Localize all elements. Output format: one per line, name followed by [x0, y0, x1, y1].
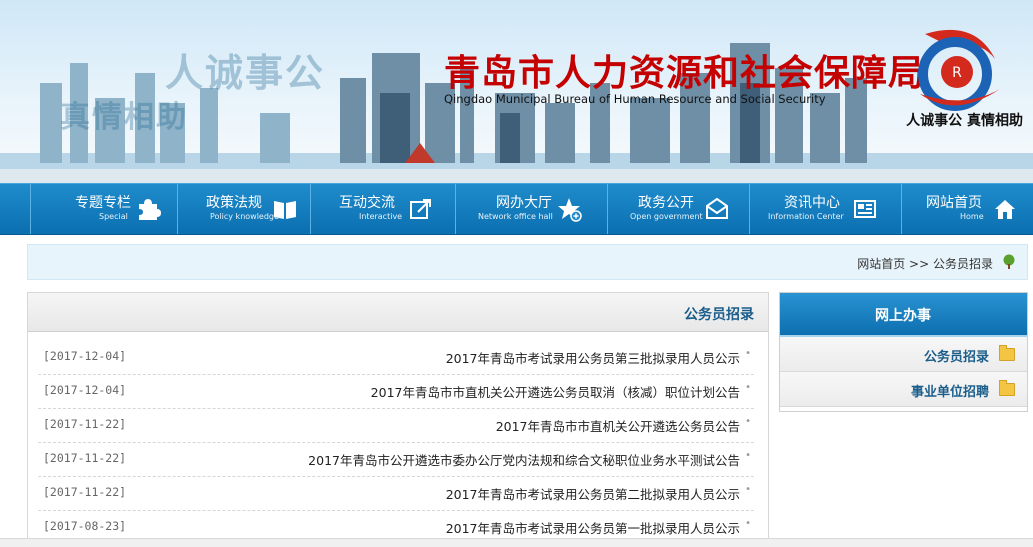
panel-title: 公务员招录: [684, 307, 754, 323]
article-list-panel: 公务员招录 [2017-12-04] 2017年青岛市考试录用公务员第三批拟录用…: [27, 292, 769, 546]
list-item-title[interactable]: 2017年青岛市考试录用公务员第一批拟录用人员公示: [446, 518, 740, 537]
nav-interactive-en: Interactive: [359, 212, 403, 221]
sidebar-header: 网上办事: [780, 293, 1027, 337]
nav-open-government[interactable]: 政务公开 Open government: [607, 184, 749, 234]
folder-icon: [999, 380, 1015, 396]
faint-slogan-right: 真情相助: [60, 100, 188, 135]
header-banner: 人诚事公 真情相助 青岛市人力资源和社会保障局 Qingdao Municipa…: [0, 0, 1033, 183]
nav-information-center[interactable]: 资讯中心 Information Center: [749, 184, 901, 234]
bullet-icon: •: [745, 450, 751, 461]
newspaper-icon: [854, 200, 876, 218]
nav-open-government-label: 政务公开: [638, 195, 694, 211]
bullet-icon: •: [745, 484, 751, 495]
list-item[interactable]: [2017-11-22] 2017年青岛市考试录用公务员第二批拟录用人员公示 •: [38, 477, 754, 511]
bullet-icon: •: [745, 518, 751, 529]
list-item[interactable]: [2017-11-22] 2017年青岛市公开遴选市委办公厅党内法规和综合文秘职…: [38, 443, 754, 477]
bullet-icon: •: [745, 416, 751, 427]
nav-policy[interactable]: 政策法规 Policy knowledge: [177, 184, 310, 234]
nav-open-government-en: Open government: [630, 212, 703, 221]
tree-icon: [1003, 254, 1015, 269]
faint-slogan-left: 人诚事公: [165, 51, 326, 95]
logo-slogan: 人诚事公 真情相助: [906, 113, 1023, 129]
nav-home-label: 网站首页: [926, 195, 982, 211]
share-icon: [410, 199, 431, 219]
nav-information-center-label: 资讯中心: [784, 195, 840, 211]
list-item-title[interactable]: 2017年青岛市市直机关公开遴选公务员取消（核减）职位计划公告: [371, 382, 740, 401]
panel-header: 公务员招录: [28, 293, 768, 332]
nav-network-office-label: 网办大厅: [496, 195, 552, 211]
folder-icon: [999, 345, 1015, 361]
main-nav: 网站首页 Home 资讯中心 Information Center 政务公开 O…: [0, 183, 1033, 235]
bureau-logo-icon: R: [918, 29, 1000, 111]
bullet-icon: •: [745, 348, 751, 359]
envelope-icon: [706, 197, 728, 219]
nav-network-office-en: Network office hall: [478, 212, 553, 221]
breadcrumb-home-link[interactable]: 网站首页: [857, 257, 905, 271]
list-item-title[interactable]: 2017年青岛市公开遴选市委办公厅党内法规和综合文秘职位业务水平测试公告: [308, 450, 740, 469]
list-item-title[interactable]: 2017年青岛市市直机关公开遴选公务员公告: [496, 416, 740, 435]
nav-special-label: 专题专栏: [75, 195, 131, 211]
bullet-icon: •: [745, 382, 751, 393]
nav-policy-label: 政策法规: [206, 195, 262, 211]
nav-information-center-en: Information Center: [768, 212, 844, 221]
list-item-title[interactable]: 2017年青岛市考试录用公务员第二批拟录用人员公示: [446, 484, 740, 503]
list-item[interactable]: [2017-12-04] 2017年青岛市考试录用公务员第三批拟录用人员公示 •: [38, 341, 754, 375]
list-item-title[interactable]: 2017年青岛市考试录用公务员第三批拟录用人员公示: [446, 348, 740, 367]
breadcrumb-path: 网站首页 >> 公务员招录: [857, 255, 993, 272]
list-item-date: [2017-11-22]: [43, 451, 127, 465]
list-item-date: [2017-11-22]: [43, 485, 127, 499]
site-title-en: Qingdao Municipal Bureau of Human Resour…: [444, 92, 826, 106]
breadcrumb: 网站首页 >> 公务员招录: [27, 244, 1028, 280]
home-icon: [995, 200, 1015, 219]
list-item[interactable]: [2017-12-04] 2017年青岛市市直机关公开遴选公务员取消（核减）职位…: [38, 375, 754, 409]
nav-network-office[interactable]: 网办大厅 Network office hall: [455, 184, 607, 234]
list-item-date: [2017-12-04]: [43, 383, 127, 397]
sidebar-item-label: 事业单位招聘: [910, 385, 989, 400]
star-icon: [558, 198, 582, 222]
list-item-date: [2017-12-04]: [43, 349, 127, 363]
sidebar-title: 网上办事: [875, 308, 931, 324]
list-item-date: [2017-11-22]: [43, 417, 127, 431]
online-services-sidebar: 网上办事 公务员招录 事业单位招聘: [779, 292, 1028, 412]
nav-home-en: Home: [960, 212, 984, 221]
nav-interactive[interactable]: 互动交流 Interactive: [310, 184, 455, 234]
breadcrumb-separator: >>: [909, 257, 930, 271]
list-item[interactable]: [2017-11-22] 2017年青岛市市直机关公开遴选公务员公告 •: [38, 409, 754, 443]
nav-home[interactable]: 网站首页 Home: [901, 184, 1033, 234]
svg-text:R: R: [952, 65, 962, 81]
nav-special[interactable]: 专题专栏 Special: [30, 184, 177, 234]
breadcrumb-current-link[interactable]: 公务员招录: [933, 257, 993, 271]
nav-policy-en: Policy knowledge: [210, 212, 279, 221]
nav-special-en: Special: [99, 212, 128, 221]
sidebar-item-public-institution[interactable]: 事业单位招聘: [780, 372, 1027, 407]
sidebar-item-label: 公务员招录: [923, 350, 989, 365]
sidebar-item-civil-servant[interactable]: 公务员招录: [780, 337, 1027, 372]
nav-interactive-label: 互动交流: [339, 195, 395, 211]
site-title: 青岛市人力资源和社会保障局: [444, 53, 926, 94]
puzzle-icon: [139, 199, 161, 220]
list-item-date: [2017-08-23]: [43, 519, 127, 533]
